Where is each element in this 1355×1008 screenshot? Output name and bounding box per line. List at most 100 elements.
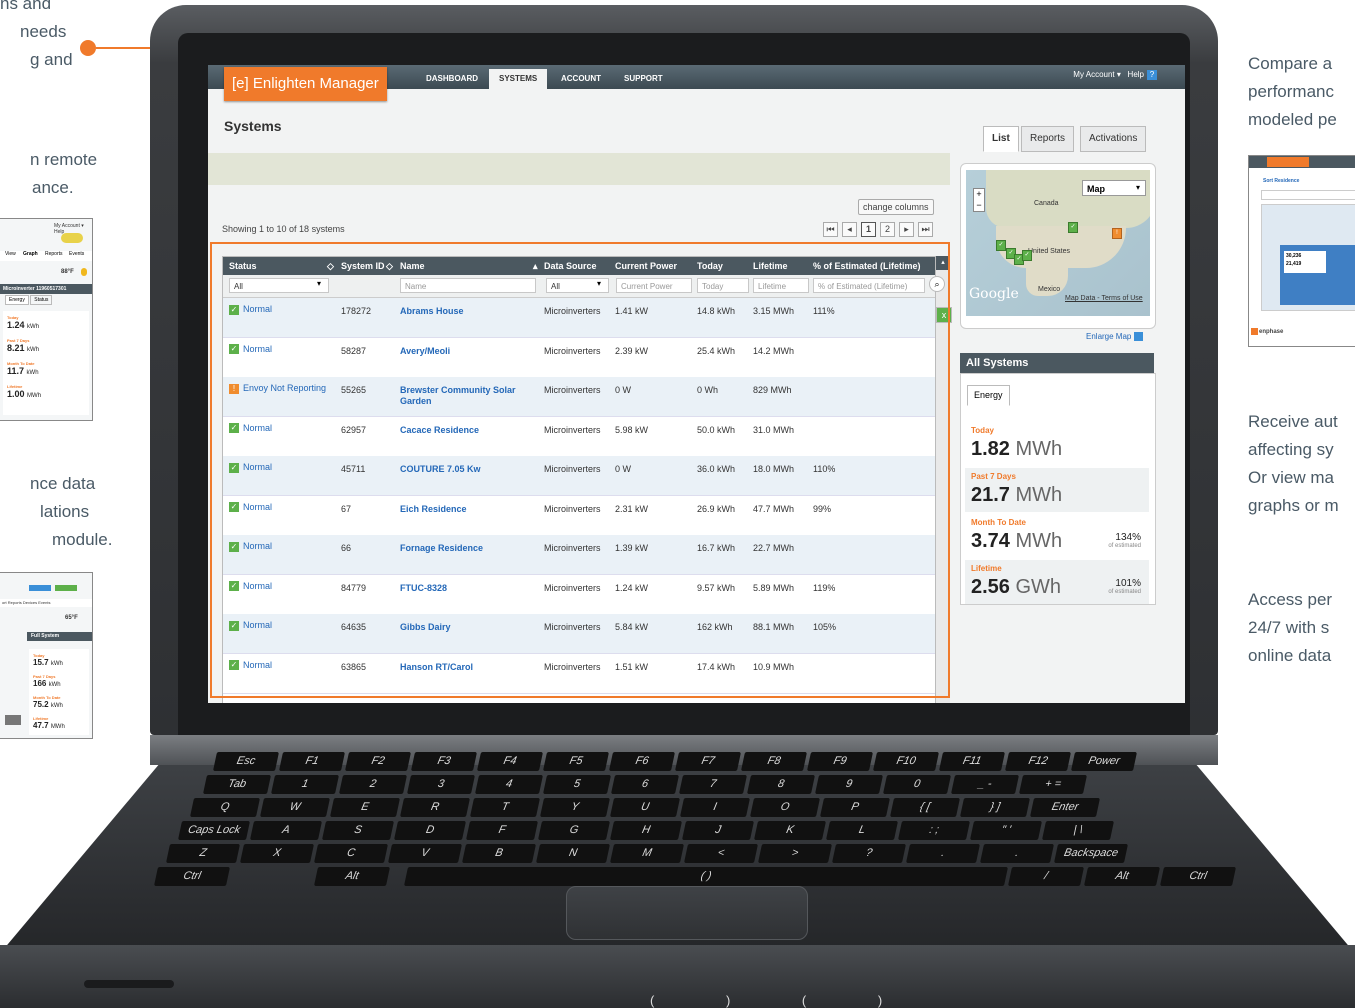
mini-stat-unit: MWh [50, 724, 65, 730]
right-text-3: Access per 24/7 with s online data [1248, 586, 1332, 670]
map-pin-icon[interactable]: ! [1112, 228, 1122, 239]
keyboard-key: F2 [344, 752, 412, 771]
left-text-bot: nce data lations module. [30, 470, 112, 554]
first-page-button[interactable]: ⏮ [823, 222, 838, 237]
map-pin-icon[interactable]: ✓ [1068, 222, 1078, 233]
page-button[interactable]: 1 [861, 222, 876, 237]
tab-status[interactable]: Status [30, 295, 53, 305]
keyboard-key: V [387, 844, 463, 863]
keyboard-key: 2 [338, 775, 408, 794]
stat-number: 21.7 [971, 484, 1010, 506]
keyboard-key: M [609, 844, 685, 863]
enlarge-map-link[interactable]: Enlarge Map [1086, 332, 1144, 342]
keyboard-key: O [749, 798, 821, 817]
last-page-button[interactable]: ⏭ [918, 222, 933, 237]
keyboard-key: N [535, 844, 611, 863]
change-columns-button[interactable]: change columns [858, 199, 934, 215]
page-button[interactable]: 2 [880, 222, 895, 237]
keyboard-key: Caps Lock [177, 821, 251, 840]
mini-stat-unit: kWh [26, 370, 39, 376]
keyboard-key: . [979, 844, 1055, 863]
left-shot-stats: Today 1.24 kWh Past 7 Days 8.21 kWh Month To… [3, 311, 89, 415]
pct-caption: of estimated [1108, 589, 1141, 595]
mini-stat-unit: kWh [48, 682, 61, 688]
map-links[interactable]: Map Data - Terms of Use [1065, 295, 1143, 302]
mini-stat: Past 7 Days 8.21 kWh [7, 338, 39, 353]
tab-events[interactable]: Events [69, 251, 84, 257]
mini-stat-unit: kWh [50, 661, 63, 667]
map-pin-icon[interactable]: ✓ [996, 240, 1006, 251]
keyboard-key: F6 [608, 752, 676, 771]
help-icon[interactable]: ? [1147, 70, 1157, 80]
tab-energy[interactable]: Energy [967, 385, 1010, 406]
keyboard-key: Tab [202, 775, 272, 794]
keyboard-key: Esc [212, 752, 280, 771]
tab-graph[interactable]: Graph [23, 251, 38, 257]
nav-account[interactable]: ACCOUNT [551, 69, 611, 89]
mini-stat-value: 1.00 [7, 389, 25, 399]
keyboard-key: F3 [410, 752, 478, 771]
keyboard-key: 3 [406, 775, 476, 794]
keyboard-key: Backspace [1053, 844, 1129, 863]
callout-dot [80, 40, 96, 56]
mini-stat: Month To Date 75.2 kWh [33, 695, 63, 709]
prev-page-button[interactable]: ◂ [842, 222, 857, 237]
tab-list[interactable]: List [983, 126, 1019, 152]
tab-reports[interactable]: Reports [45, 251, 63, 257]
chevron-down-icon[interactable]: ▾ [1136, 183, 1140, 192]
text-line: ns and [0, 0, 52, 13]
map-label: Canada [1034, 200, 1059, 207]
keyboard-key: F8 [740, 752, 808, 771]
keyboard-key: Y [539, 798, 611, 817]
pct-estimated: 101% of estimated [1108, 579, 1141, 597]
mini-stat-value: 75.2 [33, 700, 49, 709]
tab-reports[interactable]: Reports [1021, 126, 1075, 152]
map[interactable]: + − Map ▾ Canada United States Mexico ✓ !… [966, 170, 1150, 316]
keyboard-key: Enter [1029, 798, 1101, 817]
keyboard-key: 5 [542, 775, 612, 794]
stat-unit: MWh [1015, 530, 1063, 552]
tab-energy[interactable]: Energy [5, 295, 29, 305]
highlight-frame [210, 242, 950, 698]
trackpad[interactable] [566, 886, 808, 940]
keyboard: Esc F1 F2 F3 F4 F5 F6 F7 F8 F9 F10 F11 F12 Power Tab 1 2… [153, 752, 1250, 886]
keyboard-key: Z [165, 844, 241, 863]
keyboard-key: + = [1018, 775, 1088, 794]
footer-brand: enphase [1259, 329, 1284, 335]
showing-count: Showing 1 to 10 of 18 systems [222, 224, 345, 234]
keyboard-key: B [461, 844, 537, 863]
energy-stat: Past 7 Days 21.7 MWh [965, 468, 1149, 512]
keyboard-key: " ' [969, 821, 1043, 840]
keyboard-key: Power [1070, 752, 1138, 771]
keyboard-key: Alt [1083, 867, 1161, 886]
enlarge-map-label[interactable]: Enlarge Map [1086, 332, 1131, 341]
mini-stat: Lifetime 1.00 MWh [7, 384, 41, 399]
keyboard-key: . [905, 844, 981, 863]
laptop-port [84, 980, 174, 988]
nav-support[interactable]: SUPPORT [614, 69, 673, 89]
keyboard-key: S [321, 821, 395, 840]
nav-dashboard[interactable]: DASHBOARD [416, 69, 488, 89]
energy-stat: Lifetime 2.56 GWh 101% of estimated [965, 560, 1149, 604]
text-line: ance. [32, 178, 74, 197]
nav-systems[interactable]: SYSTEMS [489, 69, 548, 89]
tab-activations[interactable]: Activations [1080, 126, 1147, 152]
enlarge-icon[interactable] [1134, 332, 1144, 342]
help-link[interactable]: Help [1128, 70, 1144, 79]
stat-label: Past 7 Days [971, 472, 1016, 481]
zoom-control[interactable]: + − [973, 188, 985, 212]
left-screenshot-microinverter: My Account ▾ Help 88°F View Graph Report… [0, 218, 93, 421]
mini-stat-unit: kWh [27, 324, 40, 330]
mini-stat-value: 11.7 [7, 366, 25, 376]
map-pin-icon[interactable]: ✓ [1022, 250, 1032, 261]
keyboard-key: G [537, 821, 611, 840]
next-page-button[interactable]: ▸ [899, 222, 914, 237]
pct-estimated: 134% of estimated [1108, 533, 1141, 551]
text-line: n remote [30, 150, 98, 169]
tab-view[interactable]: View [5, 251, 16, 257]
app-logo[interactable]: [e] Enlighten Manager [224, 67, 387, 101]
stat-unit: GWh [1015, 576, 1062, 598]
my-account-link[interactable]: My Account ▾ [1073, 70, 1121, 79]
keyboard-key: F12 [1004, 752, 1072, 771]
mini-stat: Month To Date 11.7 kWh [7, 361, 39, 376]
